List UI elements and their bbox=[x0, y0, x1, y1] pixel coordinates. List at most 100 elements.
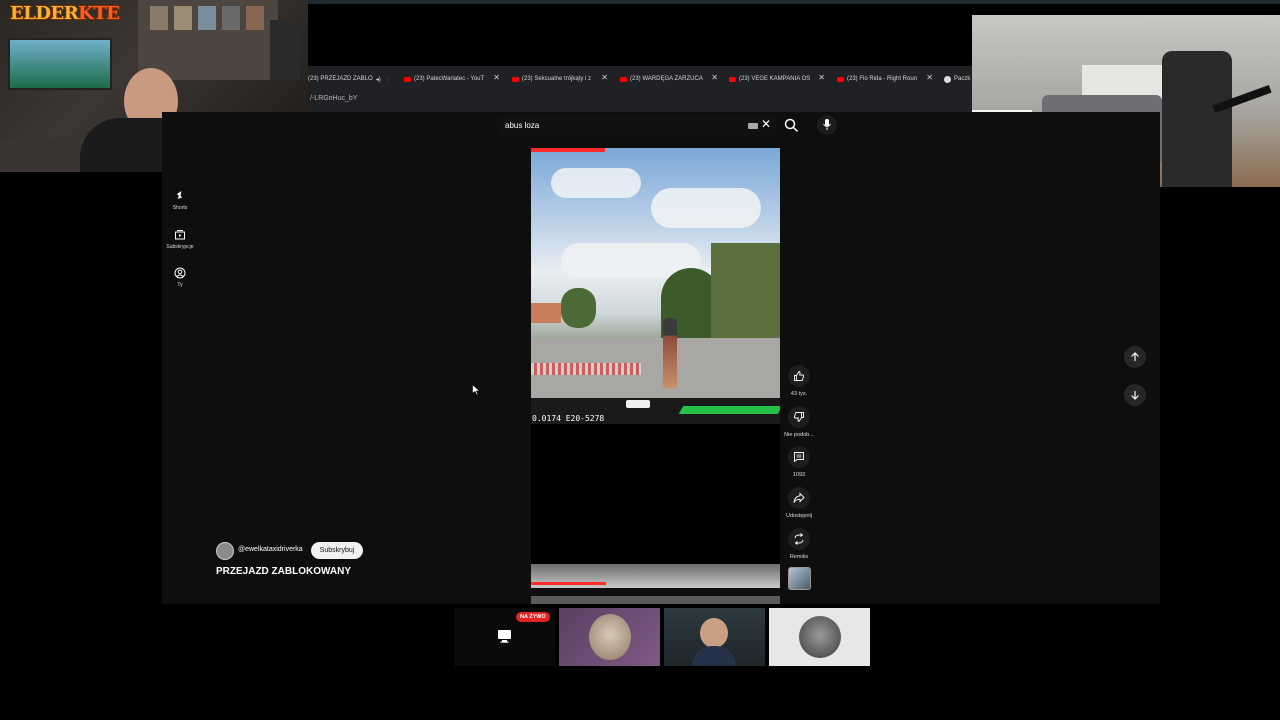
screen-share-icon bbox=[498, 630, 511, 643]
sidebar-item-you[interactable]: Ty bbox=[166, 267, 194, 288]
close-icon[interactable]: ✕ bbox=[601, 73, 608, 82]
browser-tab[interactable]: (23) Flo Rida - Right Roun ✕ bbox=[837, 70, 933, 88]
sidebar-item-shorts[interactable]: Shorts bbox=[166, 190, 194, 211]
browser-tab[interactable]: (23) WARDĘGA ZARZUCA ✕ bbox=[620, 70, 718, 88]
live-badge: NA ŻYWO bbox=[516, 612, 550, 622]
thumbs-up-icon bbox=[794, 370, 805, 381]
youtube-icon bbox=[512, 76, 519, 82]
camera-mount bbox=[626, 400, 650, 408]
participant-tile[interactable] bbox=[769, 608, 870, 666]
tab-label: (23) VEGE KAMPANIA OS bbox=[739, 76, 811, 82]
browser-tab[interactable]: (23) PRZEJAZD ZABLO ◂) ✕ bbox=[308, 70, 388, 88]
subscribe-button[interactable]: Subskrybuj bbox=[311, 542, 363, 559]
participant-avatar bbox=[799, 616, 841, 658]
participant-tile[interactable] bbox=[559, 608, 660, 666]
youtube-icon bbox=[729, 76, 736, 82]
tab-label: Paczk bbox=[954, 76, 971, 82]
logo-text-accent: KTE bbox=[78, 3, 120, 24]
close-icon[interactable]: ✕ bbox=[926, 73, 933, 82]
voice-search-button[interactable] bbox=[817, 115, 837, 135]
tab-label: (23) PRZEJAZD ZABLO bbox=[308, 76, 373, 82]
arrow-down-icon bbox=[1131, 391, 1139, 400]
subscriptions-icon bbox=[175, 230, 185, 240]
tab-label: (23) Seksualne trójkąty i z bbox=[522, 76, 592, 82]
youtube-icon bbox=[837, 76, 844, 82]
address-bar-url[interactable]: /-LRGnHuc_bY bbox=[310, 95, 357, 102]
dislike-button-circle bbox=[788, 406, 810, 428]
like-button-circle bbox=[788, 365, 810, 387]
tab-label: (23) Flo Rida - Right Roun bbox=[847, 76, 918, 82]
share-label: Udostępnij bbox=[786, 513, 812, 519]
channel-handle[interactable]: @ewelkataxidriverka bbox=[238, 546, 303, 553]
browser-tab[interactable]: Paczk bbox=[944, 70, 972, 88]
short-video-player[interactable] bbox=[531, 148, 780, 424]
short-title: PRZEJAZD ZABLOKOWANY bbox=[216, 566, 351, 577]
browser-tab[interactable]: (23) Seksualne trójkąty i z ✕ bbox=[512, 70, 608, 88]
previous-short-button[interactable] bbox=[1124, 346, 1146, 368]
search-input[interactable]: abus loza bbox=[505, 121, 539, 130]
video-progress bbox=[531, 148, 605, 152]
stream-logo: ELDERKTE bbox=[10, 3, 120, 24]
participant-avatar bbox=[589, 614, 631, 660]
clear-search-icon[interactable]: ✕ bbox=[761, 117, 771, 131]
remix-button[interactable]: Remiks bbox=[788, 528, 810, 560]
globe-icon bbox=[944, 75, 951, 83]
close-icon[interactable]: ✕ bbox=[818, 73, 825, 82]
next-short-preview-edge bbox=[531, 596, 780, 604]
like-button[interactable]: 43 tys. bbox=[788, 365, 810, 397]
close-icon[interactable]: ✕ bbox=[493, 73, 500, 82]
search-icon[interactable] bbox=[784, 118, 799, 133]
speaker bbox=[270, 20, 300, 80]
sidebar-item-label: Ty bbox=[177, 282, 183, 288]
cloud bbox=[551, 168, 641, 198]
shelf-item bbox=[174, 6, 192, 30]
remix-icon bbox=[794, 533, 804, 545]
remix-label: Remiks bbox=[789, 554, 809, 560]
dislike-button[interactable]: Nie podob... bbox=[784, 406, 814, 438]
share-button[interactable]: Udostępnij bbox=[786, 487, 812, 519]
sidebar-item-label: Shorts bbox=[172, 205, 188, 211]
comment-count: 1093 bbox=[792, 472, 806, 478]
sidebar-item-subscriptions[interactable]: Subskrypcje bbox=[166, 229, 194, 250]
preview-progress bbox=[531, 582, 606, 585]
share-icon bbox=[793, 492, 805, 503]
comment-icon bbox=[794, 452, 804, 463]
cloud bbox=[651, 188, 761, 228]
thumbs-down-icon bbox=[793, 412, 804, 423]
dashcam-overlay-code: 0.0174 E20-5278 bbox=[532, 414, 605, 423]
comments-button[interactable]: 1093 bbox=[788, 446, 810, 478]
shelf-item bbox=[222, 6, 240, 30]
browser-tab[interactable]: (23) VEGE KAMPANIA OS ✕ bbox=[729, 70, 825, 88]
shelf-item bbox=[246, 6, 264, 30]
close-icon[interactable]: ✕ bbox=[711, 73, 718, 82]
shelf-item bbox=[198, 6, 216, 30]
youtube-icon bbox=[404, 76, 411, 82]
tab-label: (23) WARDĘGA ZARZUCA bbox=[630, 76, 703, 82]
sidebar-item-label: Subskrypcje bbox=[166, 244, 194, 250]
dislike-label: Nie podob... bbox=[784, 432, 814, 438]
green-stripe bbox=[678, 406, 780, 414]
close-icon[interactable]: ✕ bbox=[387, 76, 388, 83]
participant-face bbox=[700, 618, 728, 648]
avatar[interactable] bbox=[216, 542, 234, 560]
browser-tab[interactable]: (23) PatecWariatec - YouT ✕ bbox=[404, 70, 500, 88]
sound-thumbnail[interactable] bbox=[788, 567, 811, 590]
browser-tab-strip: (23) PRZEJAZD ZABLO ◂) ✕ (23) PatecWaria… bbox=[308, 66, 972, 112]
mouse-cursor-icon bbox=[472, 384, 480, 396]
house bbox=[531, 303, 561, 323]
mic-icon bbox=[823, 119, 831, 130]
next-short-preview[interactable] bbox=[531, 564, 780, 588]
desk bbox=[0, 140, 80, 172]
account-icon bbox=[174, 267, 186, 279]
logo-text: ELDER bbox=[10, 3, 79, 24]
participant-tile[interactable] bbox=[664, 608, 765, 666]
speaker-icon: ◂) bbox=[375, 76, 381, 83]
shelf-item bbox=[150, 6, 168, 30]
remix-button-circle bbox=[788, 528, 810, 550]
youtube-icon bbox=[620, 76, 627, 82]
keyboard-icon[interactable] bbox=[748, 123, 758, 129]
pedestrian bbox=[663, 318, 677, 388]
next-short-button[interactable] bbox=[1124, 384, 1146, 406]
video-lower-area bbox=[531, 424, 780, 564]
office-chair bbox=[1162, 51, 1232, 187]
